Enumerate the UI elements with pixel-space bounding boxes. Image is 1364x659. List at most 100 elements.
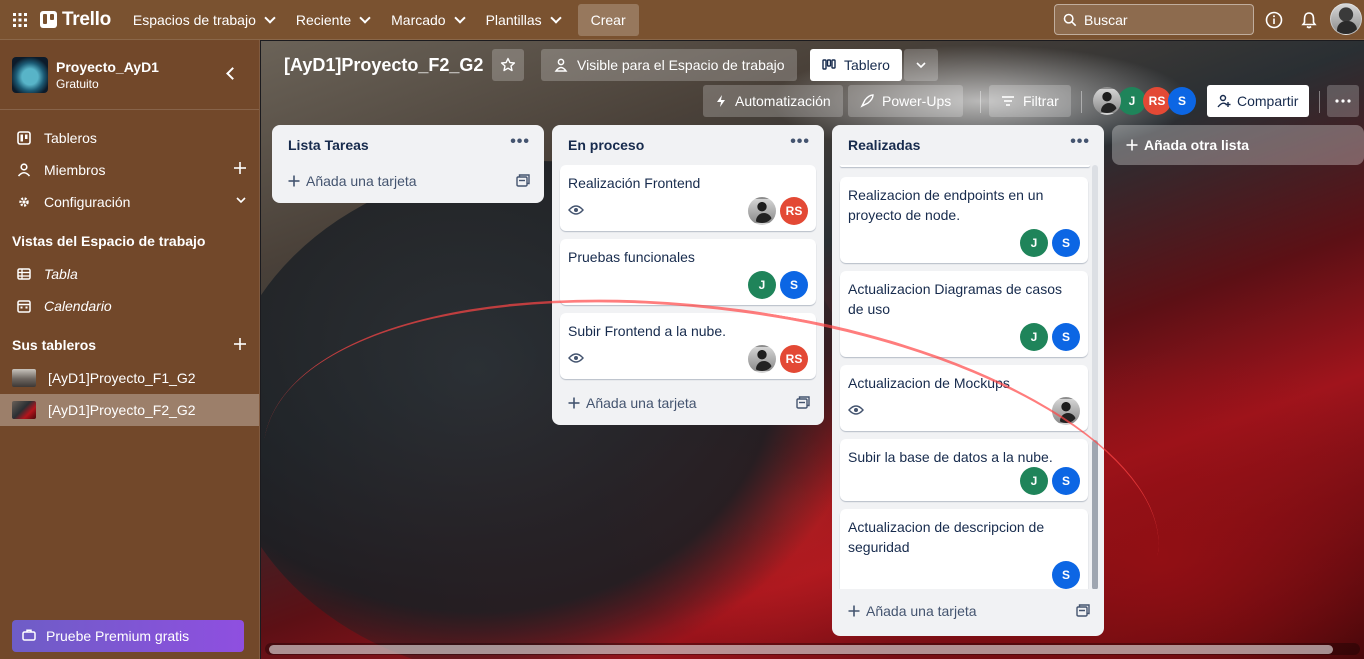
card-footer: J S (848, 467, 1080, 495)
bell-icon[interactable] (1297, 8, 1321, 32)
search-icon (1063, 13, 1077, 26)
card[interactable]: Actualizacion de descripcion de segurida… (840, 509, 1088, 589)
member-avatar-photo[interactable] (1093, 87, 1121, 115)
member-avatar-photo[interactable] (748, 197, 776, 225)
sidebar-item-boards[interactable]: Tableros (0, 122, 259, 154)
member-avatar-rs[interactable]: RS (1143, 87, 1171, 115)
member-avatar-photo[interactable] (748, 345, 776, 373)
share-button[interactable]: Compartir (1207, 85, 1309, 117)
card[interactable]: Pruebas funcionales J S (560, 239, 816, 305)
card-title: Pruebas funcionales (568, 249, 695, 265)
card[interactable]: Subir Frontend a la nube. RS (560, 313, 816, 379)
sidebar-board-f2[interactable]: [AyD1]Proyecto_F2_G2 (0, 394, 259, 426)
premium-trial-button[interactable]: Pruebe Premium gratis (12, 620, 244, 652)
menu-workspaces[interactable]: Espacios de trabajo (125, 4, 282, 36)
list-title[interactable]: Realizadas (848, 137, 920, 153)
list-menu-icon[interactable]: ••• (1070, 134, 1090, 150)
member-avatar-photo[interactable] (1052, 397, 1080, 425)
header-divider (1081, 91, 1082, 113)
table-icon (16, 268, 32, 280)
list-header: Lista Tareas ••• (272, 125, 544, 165)
member-avatar-j[interactable]: J (1020, 467, 1048, 495)
add-member-icon[interactable] (233, 161, 247, 178)
board-title[interactable]: [AyD1]Proyecto_F2_G2 (284, 55, 483, 76)
create-button[interactable]: Crear (577, 3, 639, 36)
share-label: Compartir (1237, 93, 1299, 109)
card-footer: J S (568, 271, 808, 299)
member-avatar-rs[interactable]: RS (780, 197, 808, 225)
sidebar-item-settings[interactable]: Configuración (0, 186, 259, 218)
sidebar: Proyecto_AyD1 Gratuito Tableros Miembros… (0, 40, 260, 659)
member-avatar-s[interactable]: S (1168, 87, 1196, 115)
card[interactable]: Subir la base de datos a la nube. J S (840, 439, 1088, 501)
card[interactable]: Actualizacion Diagramas de casos de uso … (840, 271, 1088, 357)
eye-icon (568, 203, 584, 219)
board-view-icon (822, 59, 836, 70)
sidebar-item-label: Tabla (44, 266, 78, 282)
list-scrollbar-thumb[interactable] (1092, 440, 1098, 589)
member-avatar-j[interactable]: J (1118, 87, 1146, 115)
visibility-button[interactable]: Visible para el Espacio de trabajo (541, 49, 797, 81)
add-board-icon[interactable] (233, 337, 247, 354)
view-board-button[interactable]: Tablero (810, 49, 902, 81)
filter-icon (1002, 96, 1014, 106)
powerups-button[interactable]: Power-Ups (848, 85, 964, 117)
menu-recent[interactable]: Reciente (288, 4, 377, 36)
card-title: Subir la base de datos a la nube. (848, 449, 1053, 465)
star-board-button[interactable] (492, 49, 524, 81)
search-input[interactable]: Buscar (1054, 4, 1254, 35)
sidebar-board-f1[interactable]: [AyD1]Proyecto_F1_G2 (0, 362, 259, 394)
list-menu-icon[interactable]: ••• (510, 134, 530, 150)
app-switcher-icon[interactable] (0, 0, 40, 40)
user-avatar[interactable] (1330, 3, 1362, 35)
card[interactable]: Realizacion de endpoints en un proyecto … (840, 177, 1088, 263)
trello-logo[interactable]: Trello (40, 9, 111, 31)
eye-icon (848, 403, 864, 419)
automation-button[interactable]: Automatización (703, 85, 843, 117)
boards-heading: Sus tableros (0, 328, 259, 362)
collapse-sidebar-icon[interactable] (226, 67, 239, 80)
member-avatar-j[interactable]: J (1020, 229, 1048, 257)
list-title[interactable]: Lista Tareas (288, 137, 369, 153)
card-footer (848, 397, 1080, 425)
add-card-button[interactable]: Añada una tarjeta (552, 387, 824, 419)
list-cards-scroll[interactable]: Realizacion de endpoints en un proyecto … (832, 165, 1104, 589)
member-avatar-s[interactable]: S (1052, 229, 1080, 257)
board-menu-button[interactable] (1327, 85, 1359, 117)
member-avatar-s[interactable]: S (1052, 323, 1080, 351)
member-avatar-s[interactable]: S (1052, 467, 1080, 495)
info-icon[interactable] (1262, 8, 1286, 32)
member-avatar-rs[interactable]: RS (780, 345, 808, 373)
chevron-down-icon[interactable] (235, 193, 247, 209)
sidebar-item-table[interactable]: Tabla (0, 258, 259, 290)
add-card-button[interactable]: Añada una tarjeta (832, 595, 1104, 627)
member-avatar-j[interactable]: J (748, 271, 776, 299)
card-footer: RS (568, 197, 808, 225)
member-avatar-j[interactable]: J (1020, 323, 1048, 351)
card[interactable]: Realización Frontend RS (560, 165, 816, 231)
sidebar-item-label: Calendario (44, 298, 112, 314)
add-list-button[interactable]: Añada otra lista (1112, 125, 1364, 165)
workspace-name[interactable]: Proyecto_AyD1 (56, 58, 159, 76)
trello-logo-icon (40, 11, 57, 28)
sidebar-item-members[interactable]: Miembros (0, 154, 259, 186)
add-card-button[interactable]: Añada una tarjeta (272, 165, 544, 197)
menu-templates[interactable]: Plantillas (478, 4, 568, 36)
member-avatar-s[interactable]: S (1052, 561, 1080, 589)
sidebar-item-calendar[interactable]: Calendario (0, 290, 259, 322)
template-icon[interactable] (516, 174, 530, 190)
board-scrollbar-thumb[interactable] (269, 645, 1333, 654)
list-header: Realizadas ••• (832, 125, 1104, 165)
list-menu-icon[interactable]: ••• (790, 134, 810, 150)
template-icon[interactable] (796, 396, 810, 412)
member-avatar-s[interactable]: S (780, 271, 808, 299)
more-icon (1335, 99, 1351, 103)
people-icon (554, 58, 568, 72)
filter-button[interactable]: Filtrar (989, 85, 1071, 117)
card[interactable]: Actualizacion de Mockups (840, 365, 1088, 431)
view-switcher-button[interactable] (904, 49, 938, 81)
list-title[interactable]: En proceso (568, 137, 644, 153)
menu-starred[interactable]: Marcado (383, 4, 471, 36)
template-icon[interactable] (1076, 604, 1090, 620)
card-footer: J S (848, 323, 1080, 351)
